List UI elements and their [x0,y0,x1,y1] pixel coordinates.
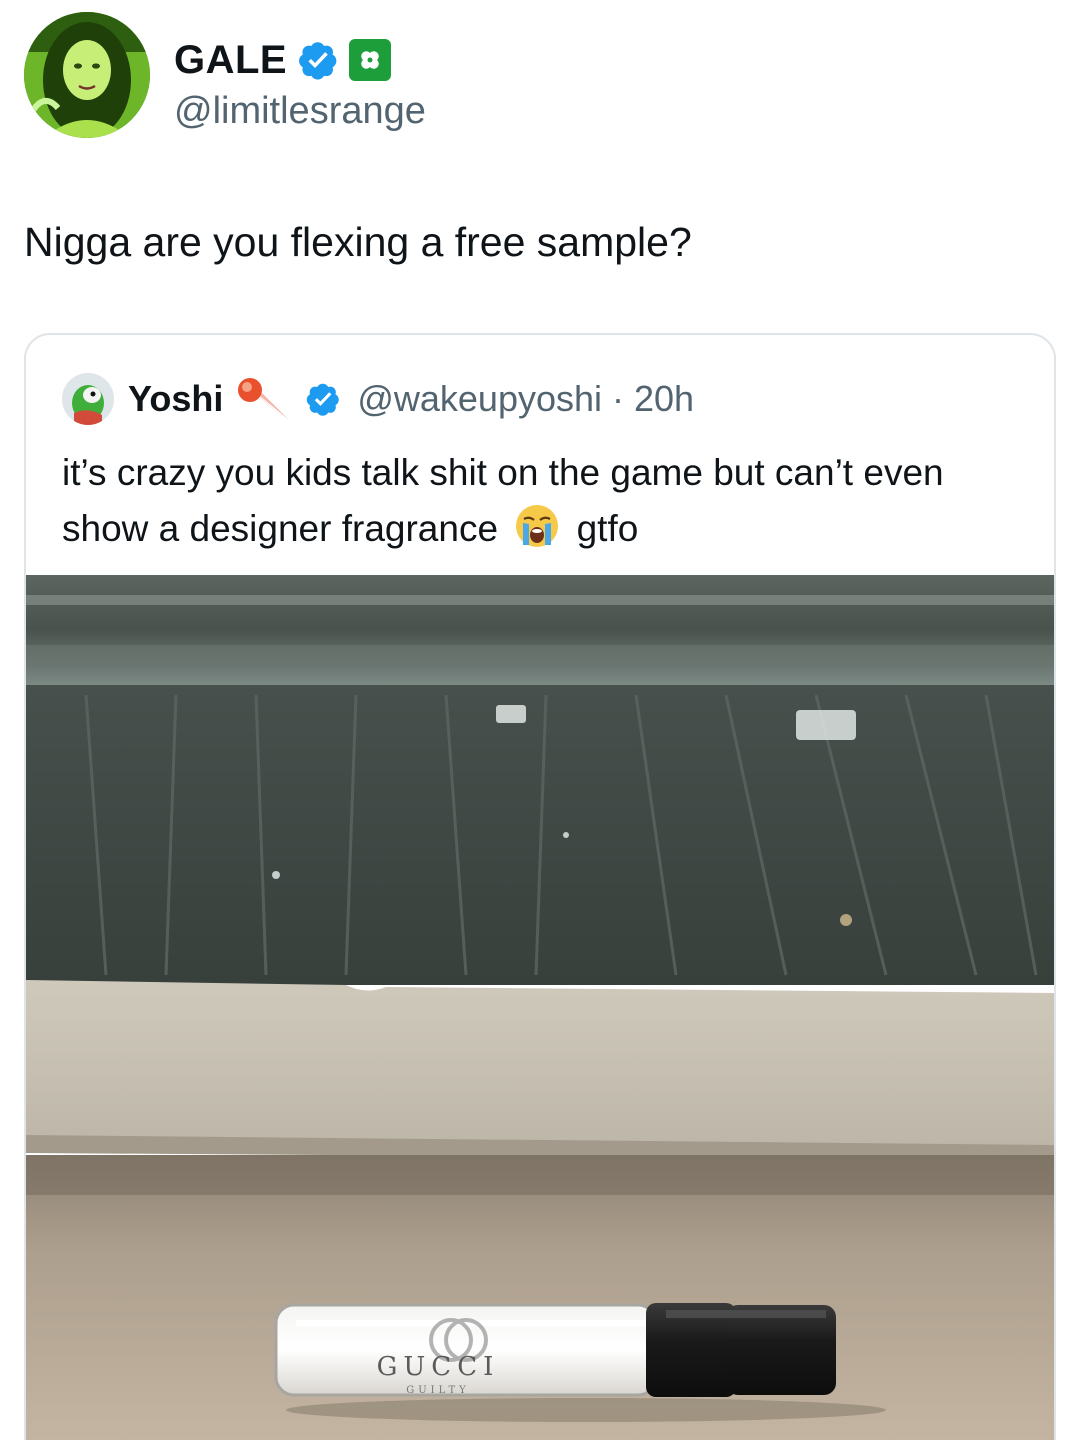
quoted-author-handle[interactable]: @wakeupyoshi [357,378,602,420]
separator-dot: · [612,378,625,419]
four-leaf-clover-icon [349,39,392,81]
quoted-tweet-text: it’s crazy you kids talk shit on the gam… [62,445,1022,557]
comet-fire-emoji-icon [233,376,291,422]
quoted-tweet-text-part2: gtfo [576,508,639,549]
verified-badge-icon [297,39,339,81]
avatar-image [24,12,150,138]
quoted-tweet-text-part1: it’s crazy you kids talk shit on the gam… [62,452,944,549]
avatar[interactable] [24,12,150,138]
tweet-header: GALE @limitlesrange [24,12,1056,142]
fragrance-sample-photo: GUCCI GUILTY [26,575,1054,1440]
quoted-tweet-header: Yoshi @wakeupyoshi · 20h [62,373,694,425]
author-display-name[interactable]: GALE [174,38,287,83]
quoted-tweet-card[interactable]: Yoshi @wakeupyoshi · 20h it’s crazy you … [24,333,1056,1440]
quoted-tweet-timestamp[interactable]: 20h [634,378,694,420]
quoted-author-avatar[interactable] [62,373,114,425]
quoted-author-display-name[interactable]: Yoshi [128,378,223,420]
tweet-text: Nigga are you flexing a free sample? [24,219,692,265]
author-name-row: GALE [174,32,392,88]
loudly-crying-face-emoji-icon [514,503,560,549]
tweet-screenshot: GALE @limitlesrange Nigga are you flexin… [0,0,1080,1440]
author-handle[interactable]: @limitlesrange [174,90,426,133]
quoted-tweet-photo[interactable]: GUCCI GUILTY [26,575,1054,1440]
vial-subtext: GUILTY [406,1385,469,1396]
verified-badge-icon [305,381,341,417]
vial-brand-text: GUCCI [377,1352,500,1382]
